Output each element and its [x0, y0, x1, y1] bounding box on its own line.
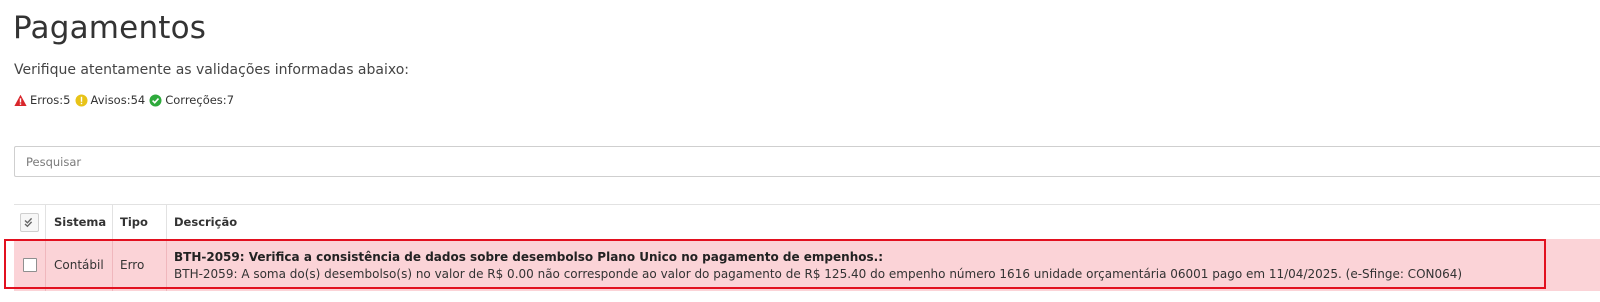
page-subtitle: Verifique atentamente as validações info…	[14, 62, 410, 78]
column-header-descricao[interactable]: Descrição	[167, 205, 1600, 239]
table-header: Sistema Tipo Descrição	[14, 204, 1600, 239]
warning-triangle-icon	[14, 94, 27, 107]
corrections-count: 7	[226, 93, 235, 107]
row-tipo: Erro	[113, 239, 167, 291]
check-circle-icon	[149, 94, 162, 107]
validation-counters: Erros: 5 Avisos: 54 Correções: 7	[14, 92, 238, 108]
column-header-tipo[interactable]: Tipo	[113, 205, 167, 239]
double-check-icon	[24, 217, 35, 228]
corrections-counter[interactable]: Correções: 7	[149, 92, 234, 108]
table-row[interactable]: Contábil Erro BTH-2059: Verifica a consi…	[14, 239, 1600, 291]
row-checkbox[interactable]	[22, 258, 37, 272]
select-all-button[interactable]	[20, 212, 39, 232]
alert-circle-icon	[75, 94, 88, 107]
warnings-count: 54	[130, 93, 146, 107]
row-select-cell	[14, 239, 46, 291]
column-header-sistema[interactable]: Sistema	[46, 205, 113, 239]
warnings-counter[interactable]: Avisos: 54	[75, 92, 146, 108]
row-description-text: BTH-2059: A soma do(s) desembolso(s) no …	[174, 267, 1463, 281]
page-title: Pagamentos	[13, 10, 207, 46]
row-description-title: BTH-2059: Verifica a consistência de dad…	[174, 250, 883, 264]
corrections-label: Correções:	[165, 93, 227, 107]
search-input[interactable]	[14, 146, 1600, 177]
errors-label: Erros:	[30, 93, 64, 107]
errors-count: 5	[63, 93, 71, 107]
warnings-label: Avisos:	[90, 93, 131, 107]
validations-table: Sistema Tipo Descrição Contábil Erro BTH…	[14, 204, 1600, 291]
row-descricao: BTH-2059: Verifica a consistência de dad…	[167, 239, 1600, 291]
errors-counter[interactable]: Erros: 5	[14, 92, 71, 108]
select-all-cell	[14, 205, 46, 239]
row-sistema: Contábil	[46, 239, 113, 291]
